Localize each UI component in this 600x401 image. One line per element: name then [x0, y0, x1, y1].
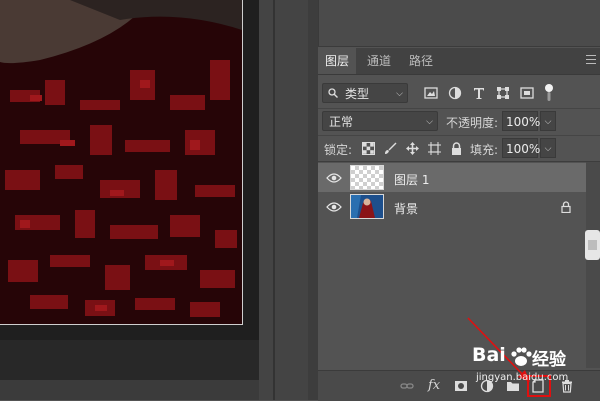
- photo-content: [0, 0, 242, 324]
- blend-mode-dropdown[interactable]: 正常 ⌵: [322, 111, 438, 131]
- layers-panel-footer: fx: [318, 370, 600, 401]
- panel-tabbar: 图层 通道 路径: [318, 48, 600, 75]
- fill-slider-toggle[interactable]: ⌵: [540, 138, 556, 158]
- chevron-down-icon: ⌵: [544, 117, 552, 127]
- layer-thumbnail-photo: [350, 194, 384, 219]
- opacity-label: 不透明度:: [446, 116, 499, 130]
- pixel-layer-filter-icon[interactable]: [424, 86, 438, 100]
- fill-label: 填充:: [470, 143, 499, 157]
- chevron-down-icon: ⌵: [396, 89, 403, 99]
- visibility-eye-icon[interactable]: [326, 172, 342, 184]
- blend-mode-value: 正常: [329, 115, 354, 129]
- new-layer-highlight: [527, 375, 551, 397]
- layer-thumbnail-transparent: [350, 165, 384, 190]
- link-layers-icon[interactable]: [400, 379, 414, 393]
- panel-dock-strip: [308, 0, 318, 400]
- document-canvas-area: [0, 0, 308, 400]
- fill-input[interactable]: 100%: [502, 138, 540, 158]
- divider: [318, 161, 600, 162]
- layer-filter-row: 类型 ⌵: [318, 80, 600, 106]
- fx-icon[interactable]: fx: [428, 379, 442, 393]
- layer-name[interactable]: 背景: [394, 200, 418, 217]
- canvas-shadow: [243, 0, 259, 340]
- layer-row[interactable]: 图层 1: [318, 163, 586, 193]
- layers-panel: 图层 通道 路径 类型 ⌵ 正常 ⌵ 不透明度: 100% ⌵ 锁定: 填充: …: [318, 0, 600, 401]
- scrollbar-thumb[interactable]: [585, 230, 600, 260]
- workspace-divider: [259, 0, 308, 400]
- type-layer-filter-icon[interactable]: [472, 86, 486, 100]
- lock-artboard-icon[interactable]: [428, 142, 441, 155]
- smart-object-filter-icon[interactable]: [520, 86, 534, 100]
- tab-channels[interactable]: 通道: [360, 48, 398, 74]
- add-mask-icon[interactable]: [454, 379, 468, 393]
- lock-all-icon[interactable]: [450, 142, 463, 155]
- lock-label: 锁定:: [324, 143, 353, 157]
- adjustment-layer-filter-icon[interactable]: [448, 86, 462, 100]
- filter-type-value: 类型: [345, 87, 370, 101]
- divider: [318, 108, 600, 109]
- upper-panel-area: [318, 0, 600, 47]
- search-icon: [328, 88, 338, 98]
- lock-row: 锁定: 填充: 100% ⌵: [318, 137, 600, 161]
- opacity-slider-toggle[interactable]: ⌵: [540, 111, 556, 131]
- trash-icon[interactable]: [560, 379, 574, 393]
- panel-menu-icon[interactable]: [586, 55, 596, 65]
- group-folder-icon[interactable]: [506, 379, 520, 393]
- tab-paths[interactable]: 路径: [402, 48, 440, 74]
- canvas-bottom-shadow: [0, 325, 259, 340]
- divider: [318, 135, 600, 136]
- tab-layers[interactable]: 图层: [318, 48, 357, 74]
- layer-row[interactable]: 背景: [318, 192, 586, 222]
- blend-row: 正常 ⌵ 不透明度: 100% ⌵: [318, 110, 600, 134]
- opacity-input[interactable]: 100%: [502, 111, 540, 131]
- filter-type-dropdown[interactable]: 类型 ⌵: [322, 83, 408, 103]
- layers-scrollbar[interactable]: [586, 162, 600, 368]
- lock-position-icon[interactable]: [406, 142, 419, 155]
- lock-icon[interactable]: [560, 201, 572, 213]
- visibility-eye-icon[interactable]: [326, 201, 342, 213]
- chevron-down-icon: ⌵: [426, 117, 433, 127]
- lock-image-pixels-icon[interactable]: [384, 142, 397, 155]
- chevron-down-icon: ⌵: [544, 144, 552, 154]
- document-image[interactable]: [0, 0, 243, 325]
- filter-toggle-icon[interactable]: [544, 84, 554, 102]
- layer-name[interactable]: 图层 1: [394, 171, 429, 188]
- adjustment-layer-icon[interactable]: [480, 379, 494, 393]
- shape-layer-filter-icon[interactable]: [496, 86, 510, 100]
- lock-transparent-pixels-icon[interactable]: [362, 142, 375, 155]
